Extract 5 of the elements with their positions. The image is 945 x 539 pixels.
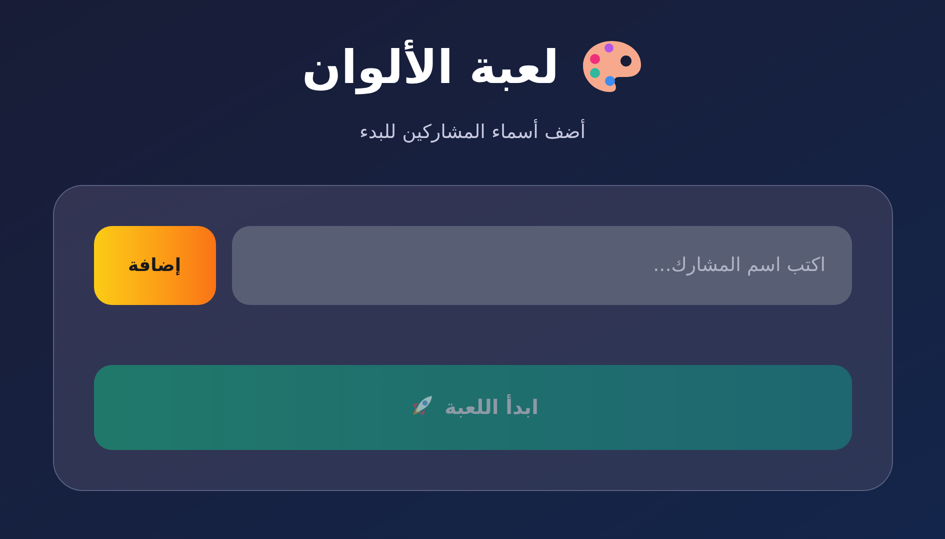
- page-subtitle: أضف أسماء المشاركين للبدء: [359, 118, 586, 145]
- page-title: لعبة الألوان: [302, 38, 560, 96]
- name-input-field[interactable]: اكتب اسم المشارك...: [232, 226, 852, 304]
- palette-icon: [581, 39, 644, 95]
- add-button[interactable]: إضافة: [94, 226, 216, 304]
